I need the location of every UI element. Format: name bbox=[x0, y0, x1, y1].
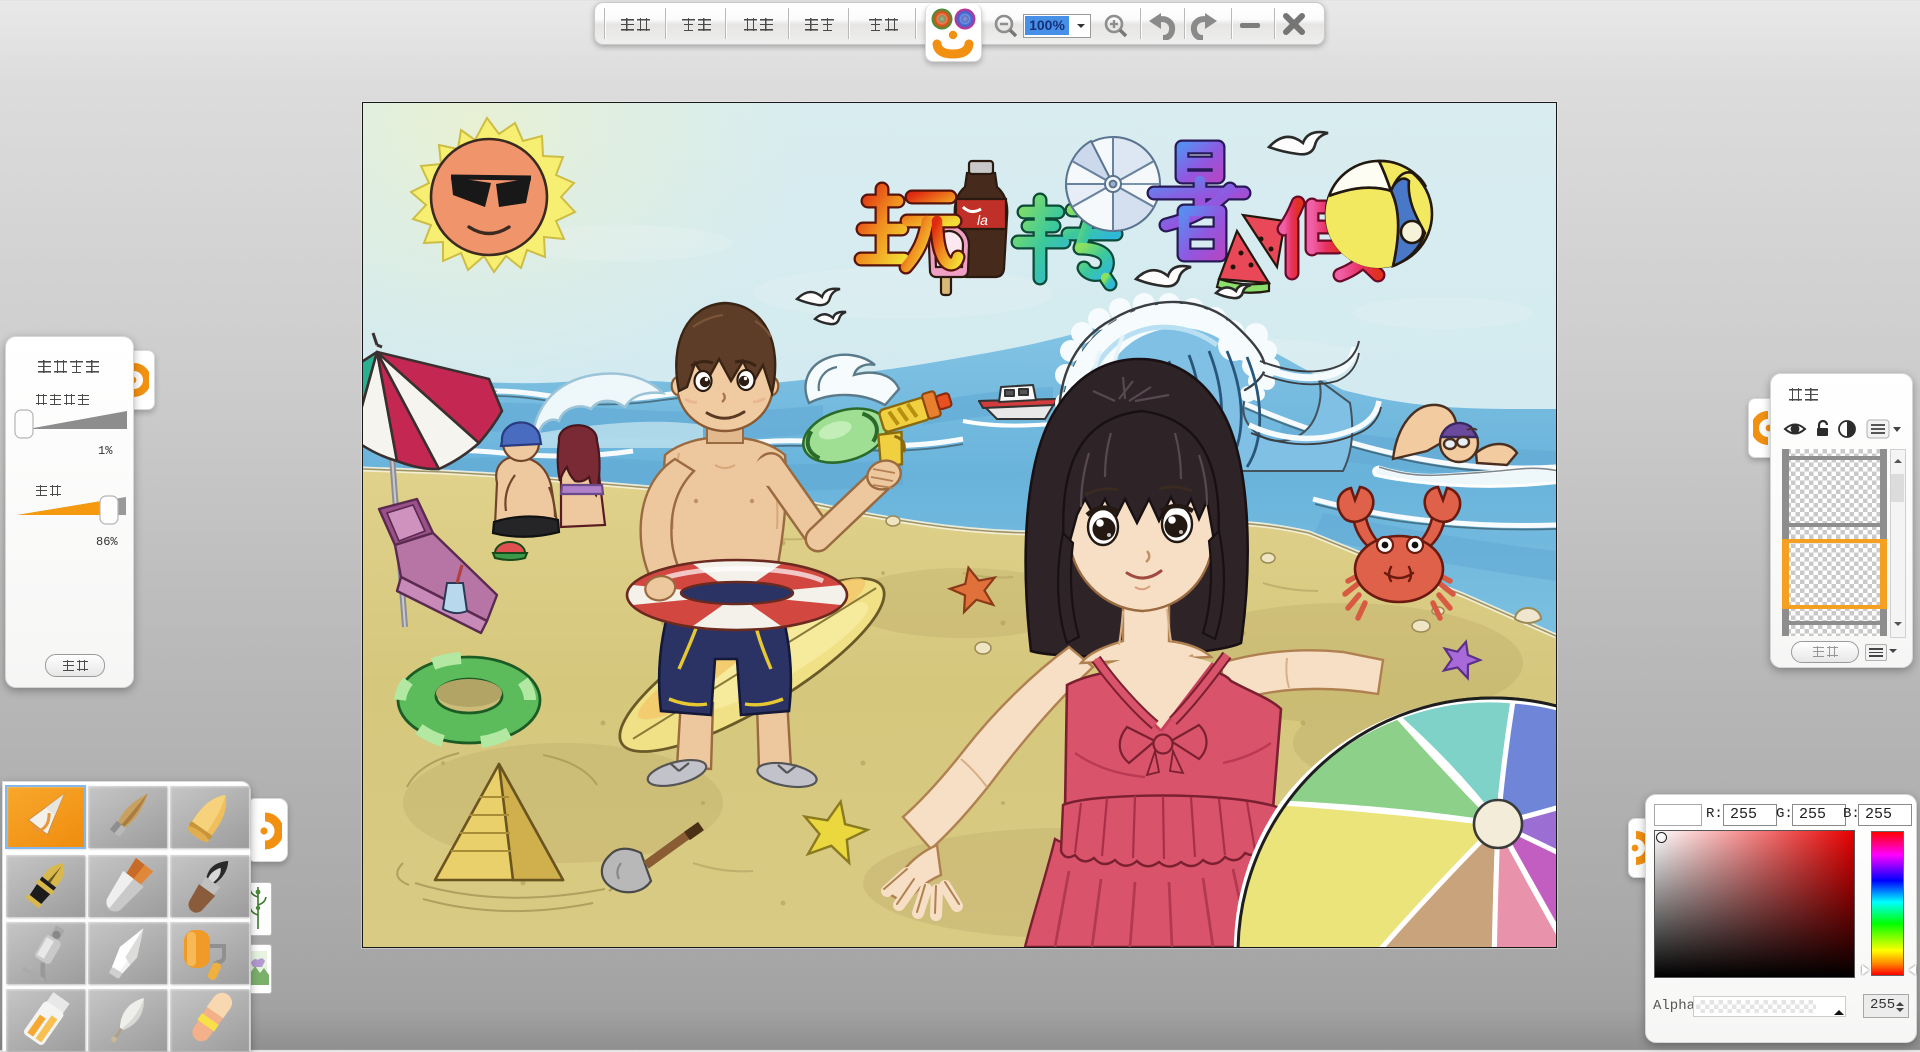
svg-text:la: la bbox=[977, 212, 988, 228]
